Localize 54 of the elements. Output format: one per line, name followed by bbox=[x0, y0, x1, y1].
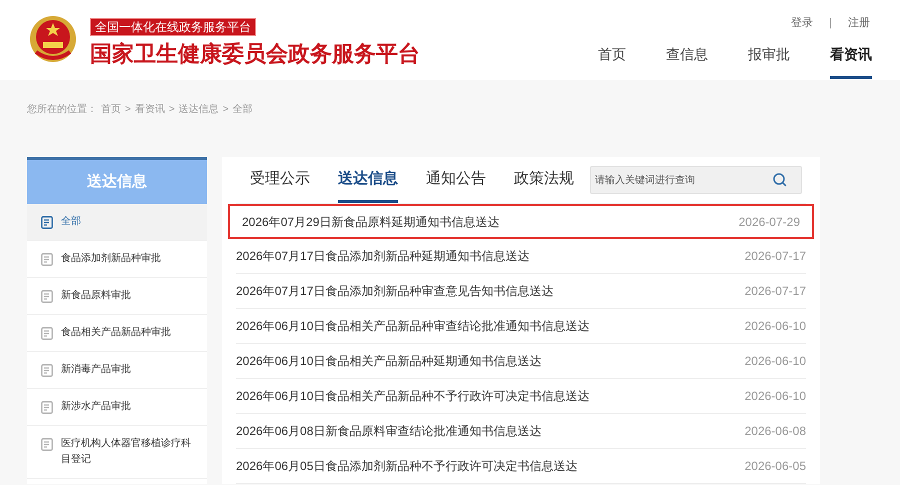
document-icon bbox=[41, 290, 53, 303]
nav-tab[interactable]: 看资讯 bbox=[830, 44, 872, 78]
document-icon bbox=[41, 216, 53, 229]
site-title: 国家卫生健康委员会政务服务平台 bbox=[90, 40, 420, 68]
category-tab[interactable]: 受理公示 bbox=[250, 169, 310, 203]
category-tab[interactable]: 通知公告 bbox=[426, 169, 486, 203]
nav-tab[interactable]: 查信息 bbox=[666, 44, 708, 78]
link-separator: | bbox=[829, 16, 832, 31]
breadcrumb-separator: > bbox=[168, 103, 175, 117]
news-row[interactable]: 2026年07月17日食品添加剂新品种延期通知书信息送达 2026-07-17 bbox=[236, 239, 806, 274]
breadcrumb-prefix: 您所在的位置： bbox=[27, 102, 97, 117]
news-row[interactable]: 2026年06月08日新食品原料审查结论批准通知书信息送达 2026-06-08 bbox=[236, 414, 806, 449]
news-row[interactable]: 2026年07月29日新食品原料延期通知书信息送达 2026-07-29 bbox=[228, 204, 814, 239]
document-icon bbox=[41, 401, 53, 414]
news-title[interactable]: 2026年07月17日食品添加剂新品种审查意见告知书信息送达 bbox=[236, 282, 554, 300]
news-date: 2026-06-10 bbox=[744, 318, 806, 335]
news-date: 2026-06-10 bbox=[744, 388, 806, 405]
search-icon[interactable] bbox=[773, 173, 787, 187]
national-emblem-icon bbox=[28, 14, 78, 64]
news-title[interactable]: 2026年07月17日食品添加剂新品种延期通知书信息送达 bbox=[236, 247, 530, 265]
news-title[interactable]: 2026年07月29日新食品原料延期通知书信息送达 bbox=[242, 212, 500, 230]
category-tab[interactable]: 政策法规 bbox=[514, 169, 574, 203]
news-row[interactable]: 2026年06月05日食品添加剂新品种不予行政许可决定书信息送达 2026-06-05 bbox=[236, 449, 806, 484]
document-icon bbox=[41, 327, 53, 340]
news-date: 2026-06-05 bbox=[744, 458, 806, 475]
news-row[interactable]: 2026年06月10日食品相关产品新品种审查结论批准通知书信息送达 2026-06-10 bbox=[236, 309, 806, 344]
nav-tab[interactable]: 首页 bbox=[598, 44, 626, 78]
news-date: 2026-07-17 bbox=[744, 248, 806, 265]
document-icon bbox=[41, 253, 53, 266]
platform-badge: 全国一体化在线政务服务平台 bbox=[90, 18, 256, 36]
news-title[interactable]: 2026年06月10日食品相关产品新品种延期通知书信息送达 bbox=[236, 352, 542, 370]
news-title[interactable]: 2026年06月10日食品相关产品新品种不予行政许可决定书信息送达 bbox=[236, 387, 590, 405]
news-title[interactable]: 2026年06月05日食品添加剂新品种不予行政许可决定书信息送达 bbox=[236, 457, 578, 475]
document-icon bbox=[41, 438, 53, 451]
login-link[interactable]: 登录 bbox=[791, 15, 814, 32]
news-row[interactable]: 2026年06月10日食品相关产品新品种延期通知书信息送达 2026-06-10 bbox=[236, 344, 806, 379]
breadcrumb-separator: > bbox=[125, 103, 131, 117]
sidebar-title: 送达信息 bbox=[27, 157, 207, 204]
news-title[interactable]: 2026年06月10日食品相关产品新品种审查结论批准通知书信息送达 bbox=[236, 317, 590, 335]
sidebar-item[interactable]: 全部 bbox=[27, 204, 207, 241]
news-row[interactable]: 2026年07月17日食品添加剂新品种审查意见告知书信息送达 2026-07-17 bbox=[236, 274, 806, 309]
news-date: 2026-07-29 bbox=[738, 214, 800, 230]
news-date: 2026-06-10 bbox=[744, 353, 806, 370]
register-link[interactable]: 注册 bbox=[848, 15, 870, 32]
search-field[interactable]: 请输入关键词进行查询 bbox=[590, 166, 802, 194]
category-tab[interactable]: 送达信息 bbox=[338, 169, 398, 203]
search-input[interactable]: 请输入关键词进行查询 bbox=[595, 172, 773, 188]
news-date: 2026-07-17 bbox=[744, 283, 806, 300]
breadcrumb-separator: > bbox=[222, 103, 229, 117]
document-icon bbox=[41, 364, 53, 377]
news-row[interactable]: 2026年06月10日食品相关产品新品种不予行政许可决定书信息送达 2026-06-10 bbox=[236, 379, 806, 414]
news-title[interactable]: 2026年06月08日新食品原料审查结论批准通知书信息送达 bbox=[236, 422, 542, 440]
nav-tab[interactable]: 报审批 bbox=[748, 44, 790, 78]
news-date: 2026-06-08 bbox=[744, 423, 806, 440]
